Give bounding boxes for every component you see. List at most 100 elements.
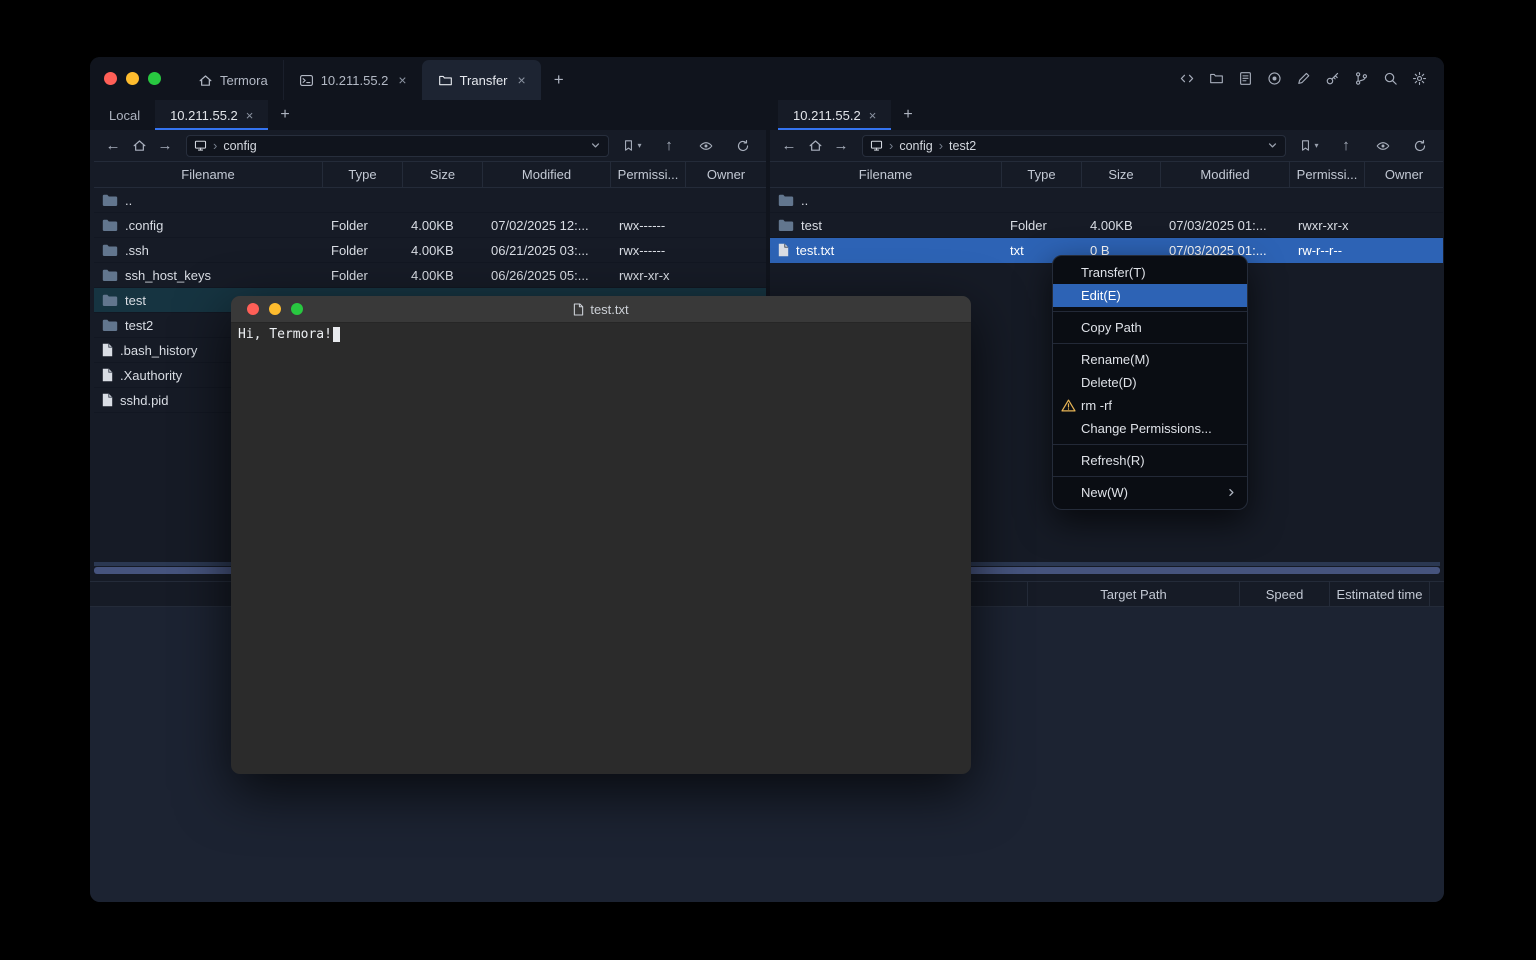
editor-text: Hi, Termora! [238,327,332,342]
editor-titlebar[interactable]: test.txt [231,296,971,323]
refresh-button[interactable] [730,133,756,159]
right-tab-10-211-55-2[interactable]: 10.211.55.2× [778,100,891,130]
right-new-tab-button[interactable]: + [891,100,924,130]
home-button[interactable] [126,133,152,159]
computer-icon [870,139,883,152]
column-header-owner[interactable]: Owner [1365,162,1443,187]
column-header-permissi[interactable]: Permissi... [611,162,686,187]
column-header-modified[interactable]: Modified [1161,162,1290,187]
transfer-column-header-speed[interactable]: Speed [1240,582,1330,606]
editor-content[interactable]: Hi, Termora! [231,323,971,346]
column-header-owner[interactable]: Owner [686,162,766,187]
folder-icon [102,319,118,332]
computer-icon [194,139,207,152]
bookmark-button[interactable]: ▾ [619,133,645,159]
forward-button[interactable]: → [828,133,854,159]
menu-item-label: Delete(D) [1081,375,1137,390]
left-nav-actions: ▾↑ [617,133,760,159]
file-modified: 06/21/2025 03:... [483,243,611,258]
forward-button[interactable]: → [152,133,178,159]
right-path-bar[interactable]: ›config›test2 [862,135,1286,157]
file-row-ssh[interactable]: .sshFolder4.00KB06/21/2025 03:...rwx----… [94,238,766,263]
transfer-column-header-target-path[interactable]: Target Path [1028,582,1240,606]
menu-item-delete-d[interactable]: Delete(D) [1053,371,1247,394]
file-type: Folder [323,268,403,283]
column-header-filename[interactable]: Filename [94,162,323,187]
file-modified: 06/26/2025 05:... [483,268,611,283]
key-icon[interactable] [1325,71,1340,86]
menu-item-label: Edit(E) [1081,288,1121,303]
window-controls [90,72,183,85]
show-hidden-files-button[interactable] [1370,133,1396,159]
menu-item-rename-m[interactable]: Rename(M) [1053,348,1247,371]
parent-directory-button[interactable]: ↑ [1333,133,1359,159]
refresh-button[interactable] [1407,133,1433,159]
show-hidden-files-button[interactable] [693,133,719,159]
settings-icon[interactable] [1412,71,1427,86]
column-header-size[interactable]: Size [1082,162,1161,187]
file-row-config[interactable]: .configFolder4.00KB07/02/2025 12:...rwx-… [94,213,766,238]
column-header-permissi[interactable]: Permissi... [1290,162,1365,187]
zoom-window-button[interactable] [148,72,161,85]
chevron-down-icon[interactable] [590,140,601,151]
file-name: test.txt [796,243,834,258]
file-permissions: rw-r--r-- [1290,243,1365,258]
column-header-type[interactable]: Type [1002,162,1082,187]
bookmark-button[interactable]: ▾ [1296,133,1322,159]
parent-directory-button[interactable]: ↑ [656,133,682,159]
record-icon[interactable] [1267,71,1282,86]
file-row-parent-dir[interactable]: .. [94,188,766,213]
left-new-tab-button[interactable]: + [268,100,301,130]
menu-item-new-w[interactable]: New(W) [1053,481,1247,504]
column-header-size[interactable]: Size [403,162,483,187]
file-name: test [801,218,822,233]
home-button[interactable] [802,133,828,159]
close-window-button[interactable] [104,72,117,85]
file-permissions: rwx------ [611,243,686,258]
file-row-test[interactable]: testFolder4.00KB07/03/2025 01:...rwxr-xr… [770,213,1443,238]
left-tab-10-211-55-2[interactable]: 10.211.55.2× [155,100,268,130]
left-path-bar[interactable]: ›config [186,135,609,157]
edit-icon[interactable] [1296,71,1311,86]
close-icon[interactable]: × [869,108,877,123]
menu-item-label: Rename(M) [1081,352,1150,367]
back-button[interactable]: ← [100,133,126,159]
branch-icon[interactable] [1354,71,1369,86]
code-icon[interactable] [1179,71,1195,86]
new-tab-button[interactable]: + [541,60,577,100]
file-row-ssh-host-keys[interactable]: ssh_host_keysFolder4.00KB06/26/2025 05:.… [94,263,766,288]
close-icon[interactable]: × [246,108,254,123]
column-header-type[interactable]: Type [323,162,403,187]
menu-item-refresh-r[interactable]: Refresh(R) [1053,449,1247,472]
menu-item-change-permissions[interactable]: Change Permissions... [1053,417,1247,440]
file-row-parent-dir[interactable]: .. [770,188,1443,213]
chevron-down-icon[interactable] [1267,140,1278,151]
chevron-right-icon [1226,487,1237,498]
log-icon[interactable] [1238,71,1253,86]
search-icon[interactable] [1383,71,1398,86]
minimize-window-button[interactable] [126,72,139,85]
column-header-modified[interactable]: Modified [483,162,611,187]
app-tab-transfer[interactable]: Transfer× [422,60,541,100]
terminal-icon [299,73,314,88]
menu-item-copy-path[interactable]: Copy Path [1053,316,1247,339]
app-tab-bar: Termora10.211.55.2×Transfer×+ [183,60,577,100]
file-type: Folder [1002,218,1082,233]
back-button[interactable]: ← [776,133,802,159]
left-tab-local[interactable]: Local [94,100,155,130]
path-separator-icon: › [889,138,893,153]
folder-icon[interactable] [1209,71,1224,86]
menu-item-edit-e[interactable]: Edit(E) [1053,284,1247,307]
menu-item-rm-rf[interactable]: rm -rf [1053,394,1247,417]
app-tab-10-211-55-2[interactable]: 10.211.55.2× [283,60,422,100]
close-icon[interactable]: × [398,72,406,88]
app-tab-termora[interactable]: Termora [183,60,283,100]
file-size: 4.00KB [403,243,483,258]
file-name: test [125,293,146,308]
menu-item-transfer-t[interactable]: Transfer(T) [1053,261,1247,284]
transfer-column-header-estimated-time[interactable]: Estimated time [1330,582,1430,606]
column-header-filename[interactable]: Filename [770,162,1002,187]
folder-icon [102,294,118,307]
close-icon[interactable]: × [518,72,526,88]
file-icon [778,243,789,257]
